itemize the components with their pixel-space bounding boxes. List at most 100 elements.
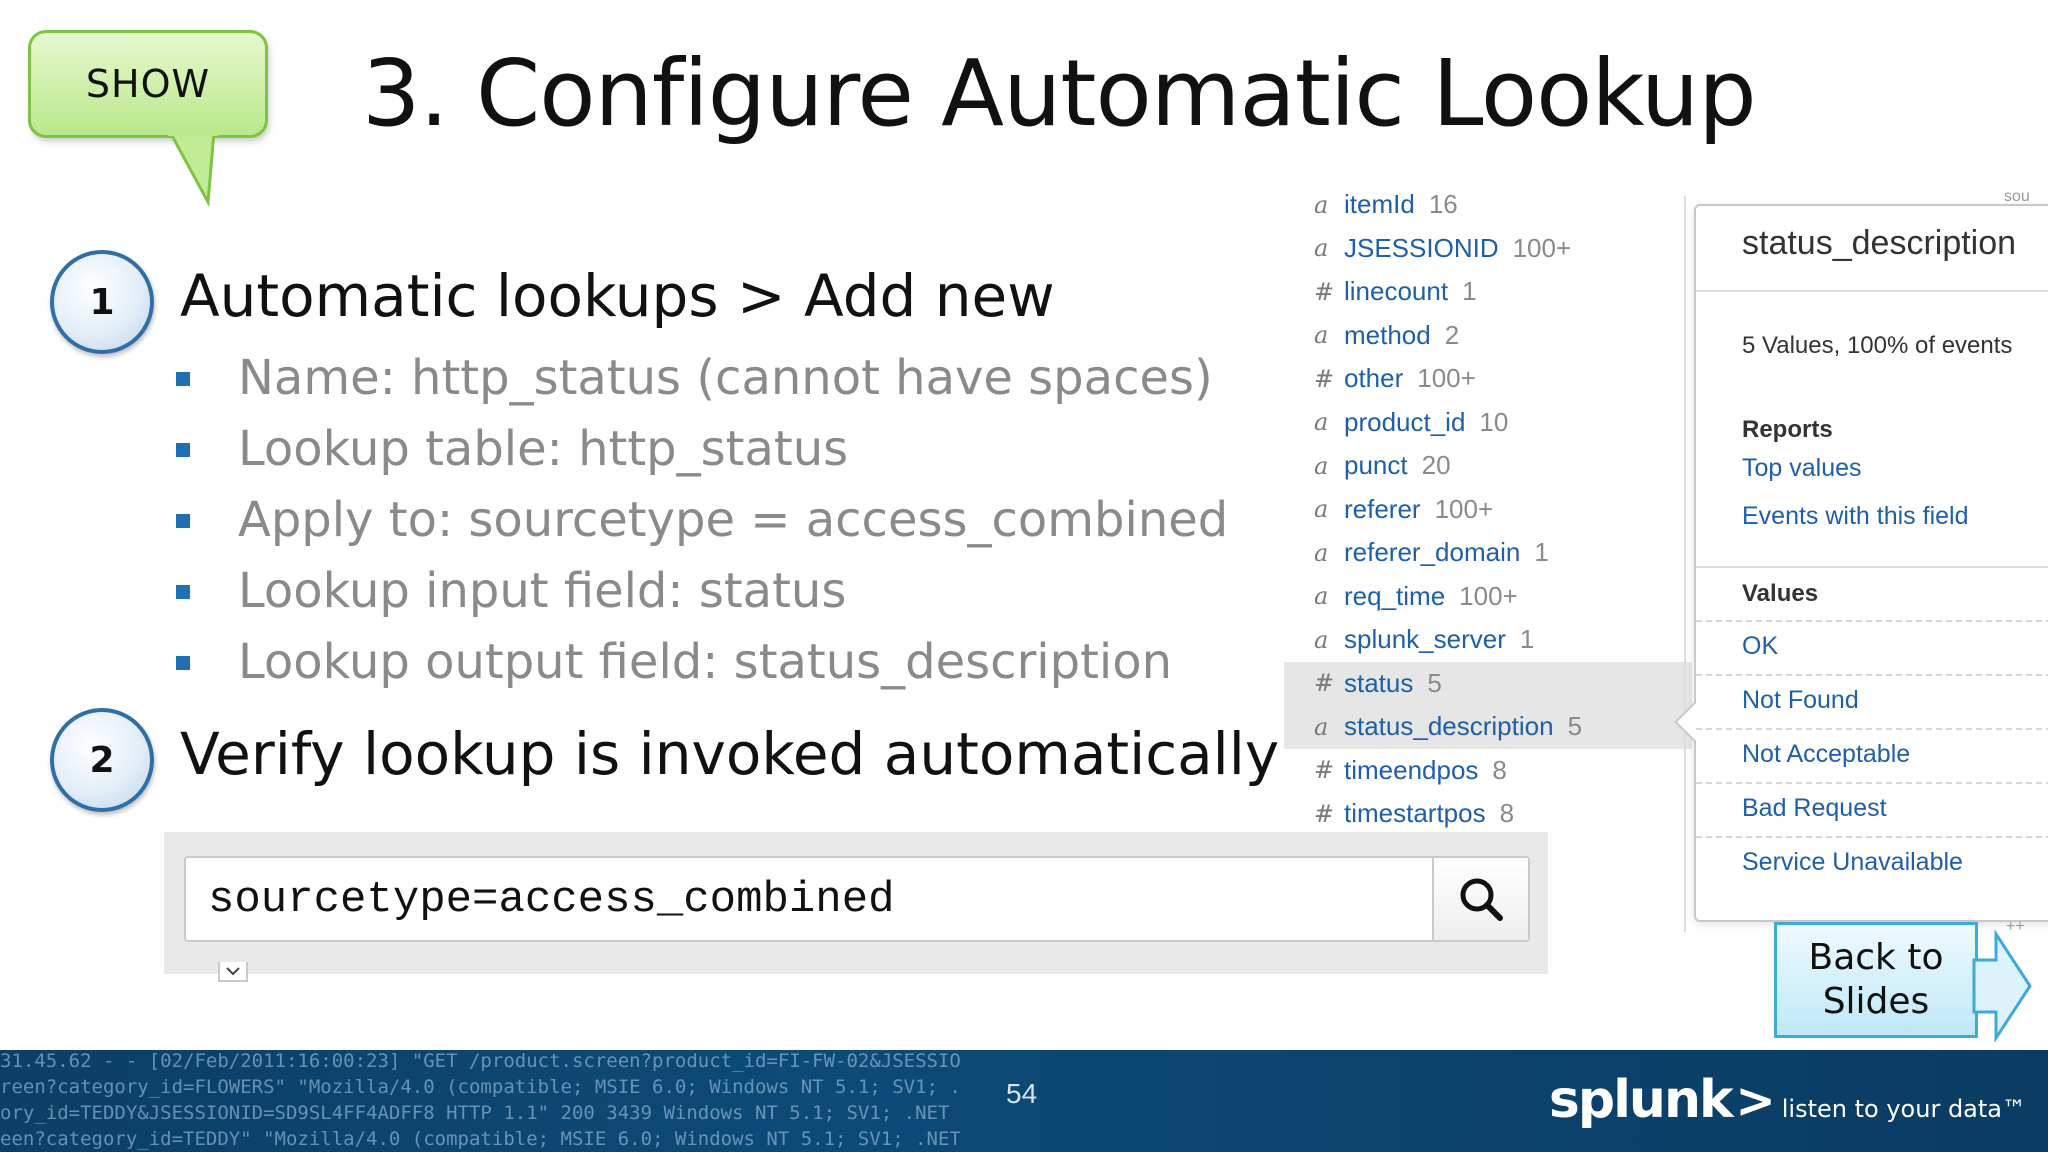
back-to-slides-button[interactable]: Back to Slides bbox=[1774, 922, 2038, 1042]
report-top-values-link[interactable]: Top values bbox=[1742, 454, 1862, 483]
chevron-down-icon bbox=[226, 967, 240, 976]
field-name: timeendpos bbox=[1344, 754, 1479, 785]
field-count: 100+ bbox=[1417, 363, 1476, 394]
bullet-item: Lookup output field: status_description bbox=[176, 626, 1228, 697]
popup-summary: 5 Values, 100% of events bbox=[1742, 332, 2013, 359]
field-type-icon: a bbox=[1314, 712, 1329, 741]
bullet-item: Lookup table: http_status bbox=[176, 413, 1228, 484]
field-type-icon: a bbox=[1314, 408, 1329, 437]
divider bbox=[1696, 290, 2048, 292]
field-item[interactable]: a JSESSIONID 100+ bbox=[1284, 227, 1692, 271]
step-1-heading: Automatic lookups > Add new bbox=[180, 262, 1055, 330]
field-name: method bbox=[1344, 319, 1431, 350]
value-link[interactable]: Not Found bbox=[1742, 686, 1859, 715]
field-type-icon: a bbox=[1314, 495, 1329, 524]
field-item[interactable]: # timeendpos 8 bbox=[1284, 749, 1692, 793]
field-type-icon: a bbox=[1314, 625, 1329, 654]
field-type-icon: a bbox=[1314, 190, 1329, 219]
field-name: referer_domain bbox=[1344, 537, 1521, 568]
brand-chevron: > bbox=[1735, 1073, 1776, 1129]
field-name: product_id bbox=[1344, 406, 1466, 437]
bullet-item: Apply to: sourcetype = access_combined bbox=[176, 484, 1228, 555]
report-events-link[interactable]: Events with this field bbox=[1742, 502, 1969, 531]
field-type-icon: a bbox=[1314, 451, 1329, 480]
field-item[interactable]: a method 2 bbox=[1284, 314, 1692, 358]
field-name: punct bbox=[1344, 450, 1408, 481]
footer-banner: 31.45.62 - - [02/Feb/2011:16:00:23] "GET… bbox=[0, 1050, 2048, 1152]
value-item[interactable]: Bad Request bbox=[1696, 782, 2048, 836]
field-type-icon: # bbox=[1314, 277, 1335, 306]
log-background: 31.45.62 - - [02/Feb/2011:16:00:23] "GET… bbox=[0, 1050, 960, 1152]
field-count: 100+ bbox=[1512, 232, 1572, 263]
log-line: een?category_id=TEDDY" "Mozilla/4.0 (com… bbox=[0, 1128, 960, 1150]
field-item[interactable]: # linecount 1 bbox=[1284, 270, 1692, 314]
log-line: reen?category_id=FLOWERS" "Mozilla/4.0 (… bbox=[0, 1076, 960, 1098]
value-link[interactable]: Service Unavailable bbox=[1742, 848, 1963, 877]
values-label: Values bbox=[1742, 580, 1819, 607]
splunk-logo: splunk > listen to your data™ bbox=[1549, 1070, 2026, 1130]
search-input[interactable]: sourcetype=access_combined bbox=[184, 856, 1530, 982]
search-button[interactable] bbox=[1432, 858, 1528, 940]
field-count: 100+ bbox=[1459, 580, 1518, 611]
field-count: 8 bbox=[1499, 798, 1515, 829]
field-item[interactable]: a referer 100+ bbox=[1284, 488, 1692, 532]
field-type-icon: a bbox=[1314, 234, 1329, 263]
callout-tail bbox=[168, 130, 218, 206]
bullet-item: Lookup input field: status bbox=[176, 555, 1228, 626]
field-item-selected[interactable]: a status_description 5 bbox=[1284, 705, 1692, 749]
field-count: 1 bbox=[1519, 624, 1535, 655]
field-name: status_description bbox=[1344, 711, 1554, 742]
value-link[interactable]: OK bbox=[1742, 632, 1778, 661]
field-count: 2 bbox=[1444, 319, 1460, 350]
value-link[interactable]: Not Acceptable bbox=[1742, 740, 1910, 769]
field-item-selected[interactable]: # status 5 bbox=[1284, 661, 1692, 705]
field-name: splunk_server bbox=[1344, 624, 1506, 655]
field-count: 1 bbox=[1534, 537, 1549, 568]
value-item[interactable]: Not Acceptable bbox=[1696, 728, 2048, 782]
field-count: 100+ bbox=[1434, 493, 1494, 524]
search-icon bbox=[1460, 878, 1503, 921]
field-item[interactable]: a product_id 10 bbox=[1284, 401, 1692, 445]
field-type-icon: a bbox=[1314, 321, 1329, 350]
field-name: referer bbox=[1344, 493, 1421, 524]
field-name: req_time bbox=[1344, 580, 1446, 611]
field-type-icon: # bbox=[1314, 364, 1335, 393]
field-item[interactable]: a req_time 100+ bbox=[1284, 575, 1692, 619]
field-summary-popup: status_description 5 Values, 100% of eve… bbox=[1674, 204, 2048, 922]
field-type-icon: a bbox=[1314, 582, 1329, 611]
field-item[interactable]: a punct 20 bbox=[1284, 444, 1692, 488]
value-item[interactable]: Not Found bbox=[1696, 674, 2048, 728]
field-count: 20 bbox=[1421, 450, 1451, 481]
field-item[interactable]: a splunk_server 1 bbox=[1284, 618, 1692, 662]
search-expand-button[interactable] bbox=[218, 962, 248, 982]
field-name: status bbox=[1344, 667, 1414, 698]
list-divider bbox=[1684, 196, 1686, 932]
value-link[interactable]: Bad Request bbox=[1742, 794, 1887, 823]
back-button-line-2: Slides bbox=[1822, 981, 1930, 1022]
search-query[interactable]: sourcetype=access_combined bbox=[208, 868, 895, 932]
field-type-icon: # bbox=[1314, 669, 1335, 698]
field-count: 5 bbox=[1427, 667, 1442, 698]
field-item[interactable]: # timestartpos 8 bbox=[1284, 792, 1692, 836]
back-button-line-1: Back to bbox=[1808, 937, 1944, 978]
show-label: SHOW bbox=[28, 30, 268, 138]
field-name: other bbox=[1344, 363, 1404, 394]
value-item[interactable]: Service Unavailable bbox=[1696, 836, 2048, 890]
step-2-badge: 2 bbox=[50, 708, 154, 812]
field-item[interactable]: a referer_domain 1 bbox=[1284, 531, 1692, 575]
show-callout: SHOW bbox=[28, 30, 272, 206]
value-item[interactable]: OK bbox=[1696, 620, 2048, 674]
field-name: itemId bbox=[1344, 189, 1415, 220]
field-item[interactable]: a itemId 16 bbox=[1284, 183, 1692, 227]
brand-tagline: listen to your data™ bbox=[1781, 1095, 2026, 1123]
fields-sidebar: a itemId 16 a JSESSIONID 100+ # linecount 1 am… bbox=[1284, 183, 1692, 836]
step-2-heading: Verify lookup is invoked automatically bbox=[180, 720, 1280, 788]
field-type-icon: # bbox=[1314, 799, 1335, 828]
step-1-badge: 1 bbox=[50, 250, 154, 354]
back-button-box[interactable]: Back to Slides bbox=[1774, 922, 1978, 1038]
slide-title: 3. Configure Automatic Lookup bbox=[362, 40, 1757, 147]
field-item[interactable]: # other 100+ bbox=[1284, 357, 1692, 401]
field-count: 8 bbox=[1492, 754, 1507, 785]
field-name: linecount bbox=[1344, 276, 1449, 307]
field-type-icon: a bbox=[1314, 538, 1329, 567]
